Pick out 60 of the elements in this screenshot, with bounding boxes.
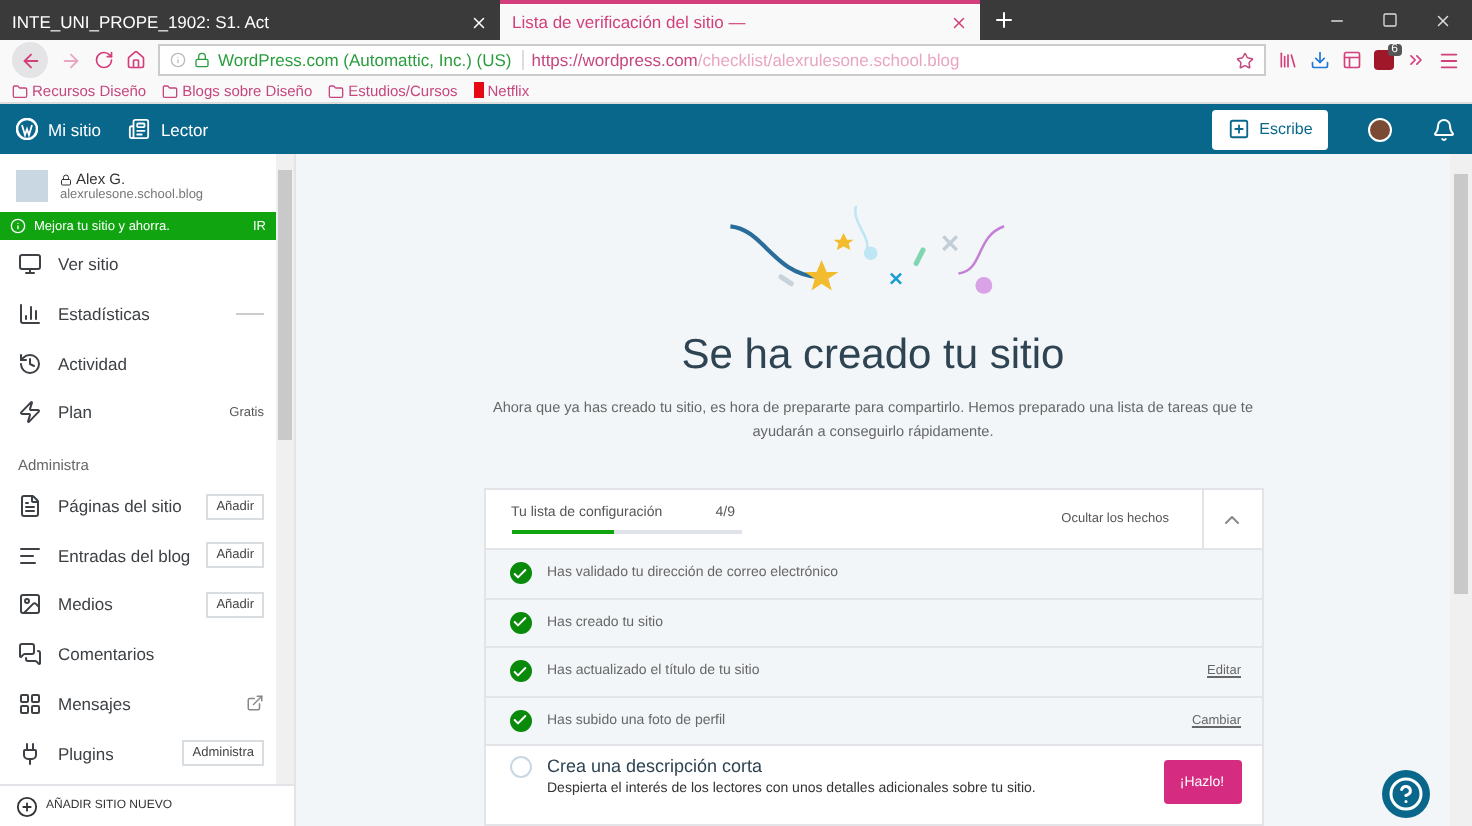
- logo-icon: [16, 118, 38, 140]
- notifications-icon: [1432, 117, 1456, 141]
- lock-icon: [60, 173, 72, 185]
- menu-icon: [1438, 49, 1460, 71]
- history-icon: [18, 351, 42, 376]
- monitor-icon: [18, 252, 42, 277]
- plus-square-icon: [1227, 118, 1250, 140]
- library-icon: [1278, 50, 1298, 70]
- newspaper-icon: [128, 118, 151, 140]
- info-icon: [170, 52, 186, 68]
- forward-icon: [60, 49, 82, 71]
- sidebar-item[interactable]: Actividad: [0, 338, 276, 389]
- layout-icon: [1342, 50, 1362, 70]
- star-icon: [1236, 51, 1254, 69]
- external-link-icon: [246, 694, 264, 713]
- site-icon: [16, 170, 48, 202]
- sidebar-item[interactable]: Comentarios: [0, 629, 276, 679]
- close-icon: [950, 13, 968, 31]
- page-title: Se ha creado tu sitio: [681, 332, 1065, 380]
- download-icon: [1310, 50, 1330, 70]
- speech-bubbles-icon: [18, 642, 42, 667]
- sidebar-item[interactable]: Estadísticas: [0, 289, 276, 339]
- sidebar-item[interactable]: Mensajes: [0, 679, 276, 729]
- back-icon: [19, 49, 41, 71]
- scrollbar[interactable]: [276, 154, 294, 784]
- scrollbar[interactable]: [1450, 154, 1472, 826]
- help-button[interactable]: [1382, 770, 1430, 818]
- close-icon: [470, 13, 488, 31]
- task-title: Crea una descripción corta: [547, 756, 765, 776]
- my-site-link[interactable]: Mi sitio: [16, 118, 101, 140]
- image-icon: [18, 592, 42, 617]
- plus-icon: [992, 8, 1016, 32]
- reader-link[interactable]: Lector: [128, 118, 209, 140]
- folder-icon: [162, 83, 179, 99]
- chevrons-icon: [1406, 50, 1426, 70]
- sidebar-item[interactable]: Ver sitio: [0, 240, 276, 290]
- help-icon: [1388, 776, 1424, 812]
- back-button[interactable]: [12, 42, 48, 78]
- lock-icon: [194, 52, 210, 68]
- folder-icon: [328, 83, 345, 99]
- grid-icon: [18, 691, 42, 716]
- sparkline-icon: [236, 310, 264, 319]
- bar-chart-icon: [18, 302, 42, 327]
- reload-icon: [94, 50, 114, 70]
- browser-tab[interactable]: Lista de verificación del sitio —: [500, 0, 980, 40]
- plug-icon: [18, 741, 42, 766]
- lightning-icon: [18, 400, 42, 425]
- avatar[interactable]: [1368, 117, 1392, 141]
- home-icon: [126, 50, 146, 70]
- logo-icon: [473, 81, 484, 101]
- address-field[interactable]: WordPress.com (Automattic, Inc.) (US) https://wordpress.com/checklist/alexrulesone.school.blog: [158, 44, 1266, 76]
- folder-icon: [12, 83, 28, 99]
- info-icon: [10, 218, 26, 234]
- write-button[interactable]: Escribe: [1212, 109, 1328, 149]
- close-icon: [1434, 11, 1452, 29]
- page-icon: [18, 494, 42, 519]
- maximize-icon: [1382, 12, 1398, 28]
- lines-icon: [18, 543, 42, 568]
- plus-circle-icon: [16, 795, 38, 817]
- browser-tab[interactable]: INTE_UNI_PROPE_1902: S1. Act: [0, 0, 500, 40]
